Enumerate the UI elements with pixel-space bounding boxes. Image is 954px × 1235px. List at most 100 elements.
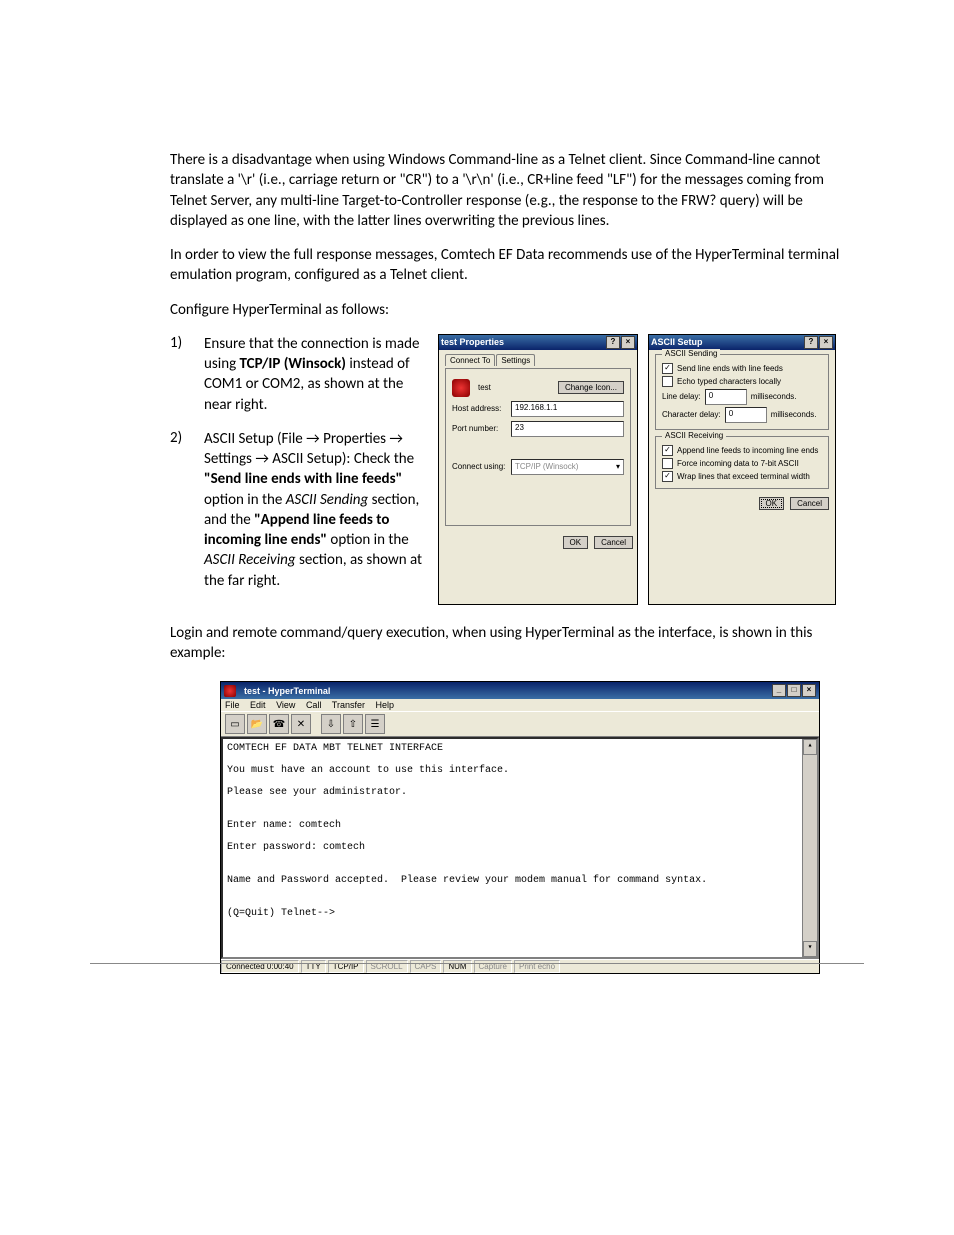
status-caps: CAPS (410, 960, 442, 973)
append-line-feeds-label: Append line feeds to incoming line ends (677, 446, 818, 455)
app-icon (224, 685, 236, 697)
call-icon[interactable]: ☎ (269, 714, 289, 734)
paragraph-4: Login and remote command/query execution… (170, 623, 854, 664)
dialogs-column: test Properties ? × Connect To Settings … (438, 334, 854, 605)
terminal-text: COMTECH EF DATA MBT TELNET INTERFACE You… (227, 743, 707, 919)
status-bar: Connected 0:00:40 TTY TCP/IP SCROLL CAPS… (221, 959, 819, 973)
step-2: 2) ASCII Setup (File → Properties → Sett… (170, 429, 428, 591)
append-line-feeds-checkbox[interactable]: ✓ (662, 445, 673, 456)
change-icon-button[interactable]: Change Icon... (558, 381, 624, 394)
connect-to-panel: test Change Icon... Host address: 192.16… (445, 368, 631, 526)
step-2-bold-1: "Send line ends with line feeds" (204, 470, 402, 488)
tab-connect-to[interactable]: Connect To (445, 354, 495, 366)
status-connected: Connected 0:00:40 (221, 960, 299, 973)
help-button[interactable]: ? (804, 336, 818, 349)
ok-button[interactable]: OK (759, 497, 785, 510)
step-2-text: ASCII Setup (File → Properties → Setting… (204, 429, 428, 591)
minimize-button[interactable]: _ (772, 684, 786, 697)
menu-file[interactable]: File (225, 700, 240, 710)
char-delay-input[interactable]: 0 (725, 407, 767, 423)
toolbar: ▭ 📂 ☎ ✕ ⇩ ⇧ ☰ (221, 711, 819, 737)
step-2-italic-2: ASCII Receiving (204, 551, 296, 569)
step-1: 1) Ensure that the connection is made us… (170, 334, 428, 415)
hyperterminal-titlebar[interactable]: test - HyperTerminal _ □ × (221, 682, 819, 699)
close-button[interactable]: × (621, 336, 635, 349)
ascii-setup-titlebar[interactable]: ASCII Setup ? × (649, 335, 835, 350)
status-num: NUM (443, 960, 471, 973)
menu-transfer[interactable]: Transfer (332, 700, 365, 710)
maximize-button[interactable]: □ (787, 684, 801, 697)
step-1-number: 1) (170, 334, 204, 415)
status-proto: TCP/IP (328, 960, 364, 973)
step-2-part-a: ASCII Setup (File → Properties → Setting… (204, 430, 414, 468)
close-button[interactable]: × (802, 684, 816, 697)
connect-using-select[interactable]: TCP/IP (Winsock) (511, 459, 624, 475)
host-address-label: Host address: (452, 404, 507, 413)
menu-call[interactable]: Call (306, 700, 322, 710)
connect-using-label: Connect using: (452, 462, 507, 471)
ascii-receiving-group: ASCII Receiving ✓Append line feeds to in… (655, 436, 829, 489)
menu-help[interactable]: Help (376, 700, 395, 710)
status-echo: Print echo (514, 960, 560, 973)
ascii-sending-group: ASCII Sending ✓Send line ends with line … (655, 354, 829, 430)
ok-button[interactable]: OK (563, 536, 589, 549)
line-delay-label: Line delay: (662, 392, 701, 401)
force-7bit-checkbox[interactable] (662, 458, 673, 469)
terminal-area[interactable]: COMTECH EF DATA MBT TELNET INTERFACE You… (221, 737, 819, 959)
wrap-lines-label: Wrap lines that exceed terminal width (677, 472, 810, 481)
menu-edit[interactable]: Edit (250, 700, 266, 710)
cancel-button[interactable]: Cancel (594, 536, 633, 549)
cancel-button[interactable]: Cancel (790, 497, 829, 510)
menu-view[interactable]: View (276, 700, 295, 710)
open-icon[interactable]: 📂 (247, 714, 267, 734)
line-delay-input[interactable]: 0 (705, 389, 747, 405)
properties-icon[interactable]: ☰ (365, 714, 385, 734)
help-button[interactable]: ? (606, 336, 620, 349)
scroll-down-icon[interactable]: ▾ (803, 941, 817, 957)
close-button[interactable]: × (819, 336, 833, 349)
ascii-setup-title: ASCII Setup (651, 337, 703, 347)
force-7bit-label: Force incoming data to 7-bit ASCII (677, 459, 799, 468)
test-properties-title: test Properties (441, 337, 504, 347)
send-line-ends-checkbox[interactable]: ✓ (662, 363, 673, 374)
line-delay-unit: milliseconds. (751, 392, 797, 401)
echo-typed-checkbox[interactable] (662, 376, 673, 387)
menu-bar: File Edit View Call Transfer Help (221, 699, 819, 711)
tabs: Connect To Settings (445, 354, 631, 366)
wrap-lines-checkbox[interactable]: ✓ (662, 471, 673, 482)
test-properties-dialog: test Properties ? × Connect To Settings … (438, 334, 638, 605)
step-2-number: 2) (170, 429, 204, 591)
step-2-part-c: option in the (204, 491, 286, 509)
ascii-setup-body: ASCII Sending ✓Send line ends with line … (649, 350, 835, 516)
status-scroll: SCROLL (366, 960, 408, 973)
port-number-label: Port number: (452, 424, 507, 433)
ascii-setup-dialog: ASCII Setup ? × ASCII Sending ✓Send line… (648, 334, 836, 605)
char-delay-label: Character delay: (662, 410, 721, 419)
host-address-input[interactable]: 192.168.1.1 (511, 401, 624, 417)
tab-settings[interactable]: Settings (496, 354, 535, 366)
paragraph-1: There is a disadvantage when using Windo… (170, 150, 854, 231)
disconnect-icon[interactable]: ✕ (291, 714, 311, 734)
port-number-input[interactable]: 23 (511, 421, 624, 437)
steps-and-figures-row: 1) Ensure that the connection is made us… (170, 334, 854, 605)
ascii-receiving-title: ASCII Receiving (662, 431, 726, 440)
test-properties-titlebar[interactable]: test Properties ? × (439, 335, 637, 350)
scrollbar[interactable]: ▴▾ (802, 739, 817, 957)
paragraph-3: Configure HyperTerminal as follows: (170, 300, 854, 320)
status-capture: Capture (474, 960, 512, 973)
steps-column: 1) Ensure that the connection is made us… (170, 334, 428, 605)
footer-rule (90, 963, 864, 964)
step-1-bold: TCP/IP (Winsock) (240, 355, 346, 373)
send-icon[interactable]: ⇩ (321, 714, 341, 734)
ascii-sending-title: ASCII Sending (662, 349, 720, 358)
step-1-text: Ensure that the connection is made using… (204, 334, 428, 415)
echo-typed-label: Echo typed characters locally (677, 377, 781, 386)
new-icon[interactable]: ▭ (225, 714, 245, 734)
step-2-part-g: option in the (327, 531, 409, 549)
document-page: There is a disadvantage when using Windo… (0, 0, 954, 1034)
receive-icon[interactable]: ⇧ (343, 714, 363, 734)
char-delay-unit: milliseconds. (771, 410, 817, 419)
hyperterminal-window: test - HyperTerminal _ □ × File Edit Vie… (220, 681, 820, 974)
scroll-up-icon[interactable]: ▴ (803, 739, 817, 755)
step-2-italic-1: ASCII Sending (286, 491, 369, 509)
